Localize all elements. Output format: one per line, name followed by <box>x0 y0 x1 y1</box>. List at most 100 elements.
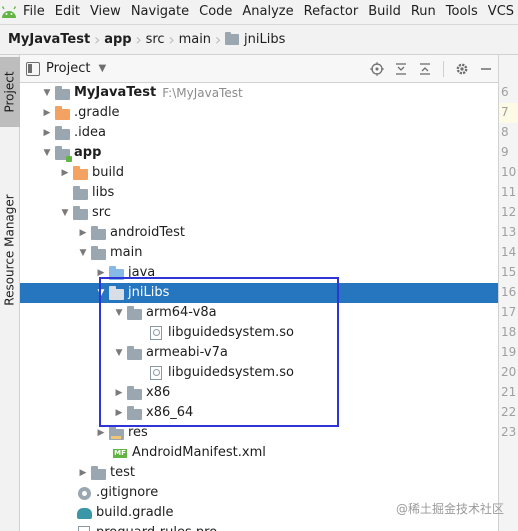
folder-icon <box>126 403 142 423</box>
tree-item-idea[interactable]: ▶ .idea <box>20 123 498 143</box>
menu-tools[interactable]: Tools <box>441 0 483 24</box>
chevron-down-icon: ▼ <box>98 63 107 74</box>
tree-item-so-file-armeabi[interactable]: libguidedsystem.so <box>20 363 498 383</box>
line-number: 16 <box>501 285 517 299</box>
menu-analyze[interactable]: Analyze <box>237 0 298 24</box>
line-number: 19 <box>501 345 517 359</box>
tree-item-jnilibs[interactable]: ▼ jniLibs <box>20 283 498 303</box>
tree-item-res[interactable]: ▶ res <box>20 423 498 443</box>
project-tool-tab[interactable]: Project <box>0 57 20 127</box>
gitignore-file-icon <box>76 483 92 503</box>
chevron-right-icon[interactable]: ▶ <box>40 123 54 143</box>
breadcrumb-separator-icon: › <box>135 30 142 49</box>
folder-icon <box>72 203 88 223</box>
breadcrumb-separator-icon: › <box>214 30 222 49</box>
folder-icon <box>126 303 142 323</box>
line-number: 9 <box>501 145 509 159</box>
line-number: 22 <box>501 405 517 419</box>
chevron-down-icon[interactable]: ▼ <box>40 83 54 103</box>
chevron-right-icon[interactable]: ▶ <box>112 383 126 403</box>
menu-view[interactable]: View <box>85 0 126 24</box>
project-tree[interactable]: ▼ MyJavaTest F:\MyJavaTest ▶ .gradle ▶ .… <box>20 83 498 531</box>
tree-item-myjavatest[interactable]: ▼ MyJavaTest F:\MyJavaTest <box>20 83 498 103</box>
breadcrumb-src[interactable]: src <box>146 32 165 47</box>
tree-item-build[interactable]: ▶ build <box>20 163 498 183</box>
chevron-right-icon[interactable]: ▶ <box>76 223 90 243</box>
line-number: 17 <box>501 305 517 319</box>
chevron-down-icon[interactable]: ▼ <box>112 303 126 323</box>
hide-panel-icon[interactable] <box>474 55 498 83</box>
chevron-down-icon[interactable]: ▼ <box>58 203 72 223</box>
chevron-right-icon[interactable]: ▶ <box>40 103 54 123</box>
tree-item-androidtest[interactable]: ▶ androidTest <box>20 223 498 243</box>
menu-build[interactable]: Build <box>363 0 406 24</box>
tree-item-androidmanifest[interactable]: MF AndroidManifest.xml <box>20 443 498 463</box>
tree-item-java[interactable]: ▶ java <box>20 263 498 283</box>
folder-icon <box>90 463 106 483</box>
tree-item-app[interactable]: ▼ app <box>20 143 498 163</box>
line-number: 8 <box>501 125 509 139</box>
folder-icon <box>72 183 88 203</box>
breadcrumb: MyJavaTest › app › src › main › jniLibs <box>0 24 518 55</box>
chevron-down-icon[interactable]: ▼ <box>112 343 126 363</box>
left-tool-strip: Project Resource Manager <box>0 55 20 531</box>
chevron-down-icon[interactable]: ▼ <box>40 143 54 163</box>
tree-item-libs[interactable]: libs <box>20 183 498 203</box>
menu-refactor[interactable]: Refactor <box>299 0 364 24</box>
module-folder-icon <box>54 143 72 163</box>
tree-item-test[interactable]: ▶ test <box>20 463 498 483</box>
tree-item-src[interactable]: ▼ src <box>20 203 498 223</box>
text-file-icon <box>76 523 92 531</box>
line-number: 18 <box>501 325 517 339</box>
watermark: @稀土掘金技术社区 <box>395 502 504 516</box>
menu-edit[interactable]: Edit <box>50 0 85 24</box>
chevron-down-icon[interactable]: ▼ <box>94 283 108 303</box>
folder-icon <box>54 123 70 143</box>
project-panel-title: Project <box>46 61 91 76</box>
line-number: 7 <box>501 105 509 119</box>
breadcrumb-jnilibs[interactable]: jniLibs <box>225 32 285 47</box>
collapse-all-icon[interactable] <box>413 55 437 83</box>
toolbar-divider <box>443 61 444 77</box>
tree-item-arm64-v8a[interactable]: ▼ arm64-v8a <box>20 303 498 323</box>
chevron-right-icon[interactable]: ▶ <box>94 263 108 283</box>
chevron-right-icon[interactable]: ▶ <box>94 423 108 443</box>
tree-item-main[interactable]: ▼ main <box>20 243 498 263</box>
tree-item-armeabi-v7a[interactable]: ▼ armeabi-v7a <box>20 343 498 363</box>
folder-icon <box>90 223 106 243</box>
folder-icon <box>108 283 124 303</box>
so-file-icon <box>148 363 164 383</box>
breadcrumb-separator-icon: › <box>168 30 175 49</box>
chevron-right-icon[interactable]: ▶ <box>112 403 126 423</box>
menu-file[interactable]: File <box>18 0 50 24</box>
tree-item-x86-64[interactable]: ▶ x86_64 <box>20 403 498 423</box>
breadcrumb-app[interactable]: app <box>104 32 131 47</box>
expand-all-icon[interactable] <box>389 55 413 83</box>
menu-vcs[interactable]: VCS <box>483 0 518 24</box>
chevron-right-icon[interactable]: ▶ <box>58 163 72 183</box>
folder-icon <box>225 32 240 45</box>
tree-item-gradle-folder[interactable]: ▶ .gradle <box>20 103 498 123</box>
tree-item-x86[interactable]: ▶ x86 <box>20 383 498 403</box>
breadcrumb-project[interactable]: MyJavaTest <box>8 32 90 47</box>
gear-icon[interactable] <box>450 55 474 83</box>
chevron-right-icon[interactable]: ▶ <box>76 463 90 483</box>
menu-run[interactable]: Run <box>406 0 441 24</box>
folder-icon <box>90 243 106 263</box>
line-number: 14 <box>501 245 517 259</box>
project-view-icon <box>26 61 40 76</box>
chevron-down-icon[interactable]: ▼ <box>76 243 90 263</box>
folder-icon <box>126 343 142 363</box>
resource-folder-icon <box>108 423 124 443</box>
locate-icon[interactable] <box>365 55 389 83</box>
tree-item-proguard[interactable]: proguard-rules.pro <box>20 523 498 531</box>
menu-navigate[interactable]: Navigate <box>126 0 194 24</box>
manifest-file-icon: MF <box>113 448 127 458</box>
editor-gutter: 6 7 8 9 10 11 12 13 14 15 16 17 18 19 20… <box>498 55 518 531</box>
resource-manager-tool-tab[interactable]: Resource Manager <box>0 185 20 315</box>
breadcrumb-main[interactable]: main <box>179 32 211 47</box>
menu-code[interactable]: Code <box>194 0 237 24</box>
line-number: 10 <box>501 165 517 179</box>
project-view-selector[interactable]: Project ▼ <box>26 61 106 76</box>
tree-item-so-file-arm64[interactable]: libguidedsystem.so <box>20 323 498 343</box>
